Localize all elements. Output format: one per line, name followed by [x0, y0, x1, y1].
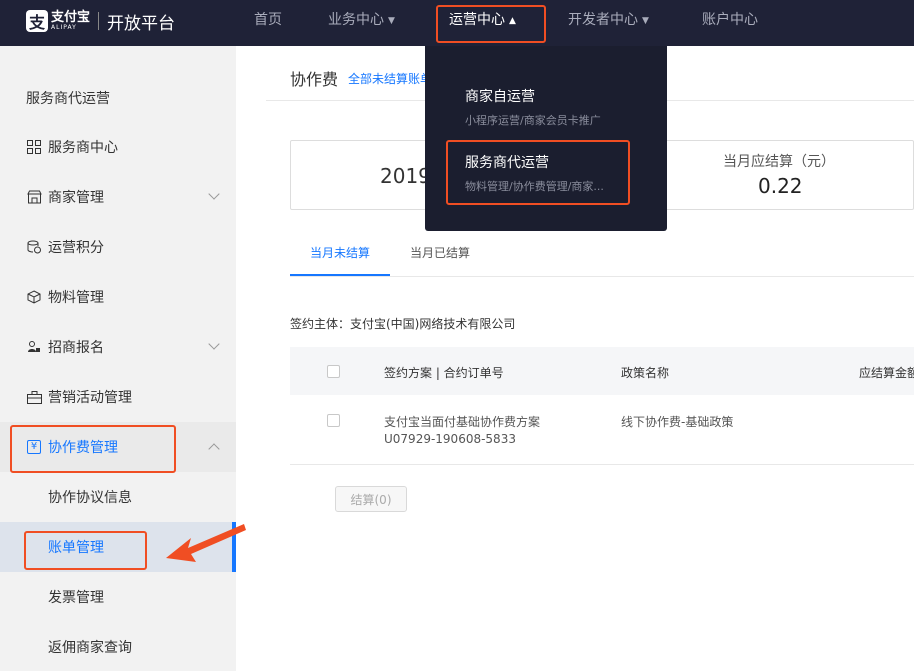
column-header-amount: 应结算金额 [859, 366, 914, 380]
stat-year: 2019 [380, 164, 431, 188]
sidebar-subitem-rebate-merchant-query[interactable]: 返佣商家查询 [0, 622, 236, 671]
sidebar-item-label: 物料管理 [48, 290, 104, 306]
chevron-down-icon [208, 338, 220, 350]
dropdown-item-title: 商家自运营 [465, 89, 535, 105]
column-header-policy: 政策名称 [621, 366, 670, 380]
sidebar-item-marketing-activities[interactable]: 营销活动管理 [0, 372, 236, 422]
coins-icon [26, 239, 42, 255]
active-tab-underline [290, 274, 390, 276]
tab-unsettled[interactable]: 当月未结算 [310, 244, 370, 261]
sidebar-subitem-invoice-management[interactable]: 发票管理 [0, 572, 236, 622]
stat-label: 当月应结算（元） [723, 154, 835, 170]
nav-account-center[interactable]: 账户中心 [702, 0, 758, 40]
alipay-logo-icon: 支 [26, 10, 48, 32]
nav-business-center-label: 业务中心 [328, 12, 384, 28]
dropdown-item-merchant-self-operation[interactable]: 商家自运营 小程序运营/商家会员卡推广 [465, 86, 601, 128]
row-checkbox[interactable] [327, 414, 340, 427]
highlight-provider-operation [446, 140, 630, 205]
sidebar-item-materials[interactable]: 物料管理 [0, 272, 236, 322]
settle-button[interactable]: 结算(0) [335, 486, 407, 512]
tab-settled[interactable]: 当月已结算 [410, 244, 470, 261]
logo-text: 支付宝 [51, 9, 91, 25]
logo-text-group: 支付宝 ALIPAY [51, 11, 90, 32]
sidebar-item-recruitment[interactable]: 招商报名 [0, 322, 236, 372]
logo-divider [98, 12, 100, 30]
nav-business-center[interactable]: 业务中心 ▼ [328, 0, 395, 40]
sidebar-subitem-label: 协作协议信息 [48, 490, 132, 506]
logo-subtext: ALIPAY [51, 23, 77, 31]
sidebar-item-provider-center[interactable]: 服务商中心 [0, 122, 236, 172]
sidebar-item-label: 商家管理 [48, 190, 104, 206]
row-policy-name: 线下协作费-基础政策 [621, 415, 734, 429]
sidebar-subitem-agreement-info[interactable]: 协作协议信息 [0, 472, 236, 522]
toolbox-icon [26, 389, 42, 405]
nav-account-center-label: 账户中心 [702, 12, 758, 28]
grid-icon [26, 139, 42, 155]
nav-developer-center-label: 开发者中心 [568, 12, 638, 28]
sidebar-section-title-label: 服务商代运营 [26, 91, 110, 107]
highlight-operations-center [436, 5, 546, 43]
platform-title: 开放平台 [107, 13, 176, 34]
sidebar-item-label: 服务商中心 [48, 140, 118, 156]
sidebar-item-operation-points[interactable]: 运营积分 [0, 222, 236, 272]
tab-divider [290, 276, 914, 277]
unsettled-bills-link[interactable]: 全部未结算账单 [348, 70, 432, 87]
sidebar-item-merchant-management[interactable]: 商家管理 [0, 172, 236, 222]
nav-developer-center[interactable]: 开发者中心 ▼ [568, 0, 649, 40]
sidebar-item-label: 招商报名 [48, 340, 104, 356]
sidebar-item-label: 营销活动管理 [48, 390, 132, 406]
alipay-logo[interactable]: 支 支付宝 ALIPAY 开放平台 [26, 8, 175, 34]
sidebar-item-label: 运营积分 [48, 240, 104, 256]
signup-icon [26, 339, 42, 355]
dropdown-item-subtitle: 小程序运营/商家会员卡推广 [465, 114, 601, 127]
highlight-bill-management [24, 531, 147, 570]
caret-down-icon: ▼ [388, 16, 395, 26]
sidebar-subitem-label: 发票管理 [48, 590, 104, 606]
box-icon [26, 289, 42, 305]
select-all-checkbox[interactable] [327, 365, 340, 378]
chevron-down-icon [208, 188, 220, 200]
chevron-up-icon [208, 443, 220, 455]
sidebar-subitem-label: 返佣商家查询 [48, 640, 132, 656]
row-order-number: U07929-190608-5833 [384, 432, 516, 446]
contract-party: 签约主体：支付宝(中国)网络技术有限公司 [290, 317, 516, 331]
store-icon [26, 189, 42, 205]
highlight-collaboration-fee [10, 425, 176, 473]
annotation-arrow-icon [166, 524, 246, 562]
column-header-plan: 签约方案 | 合约订单号 [384, 366, 504, 380]
stat-value: 0.22 [758, 174, 803, 198]
nav-home[interactable]: 首页 [254, 0, 282, 40]
caret-down-icon: ▼ [642, 16, 649, 26]
page-title: 协作费 [290, 70, 339, 89]
nav-home-label: 首页 [254, 12, 282, 28]
row-plan-name: 支付宝当面付基础协作费方案 [384, 415, 541, 429]
sidebar-section-title: 服务商代运营 [0, 73, 236, 123]
row-divider [290, 464, 914, 465]
